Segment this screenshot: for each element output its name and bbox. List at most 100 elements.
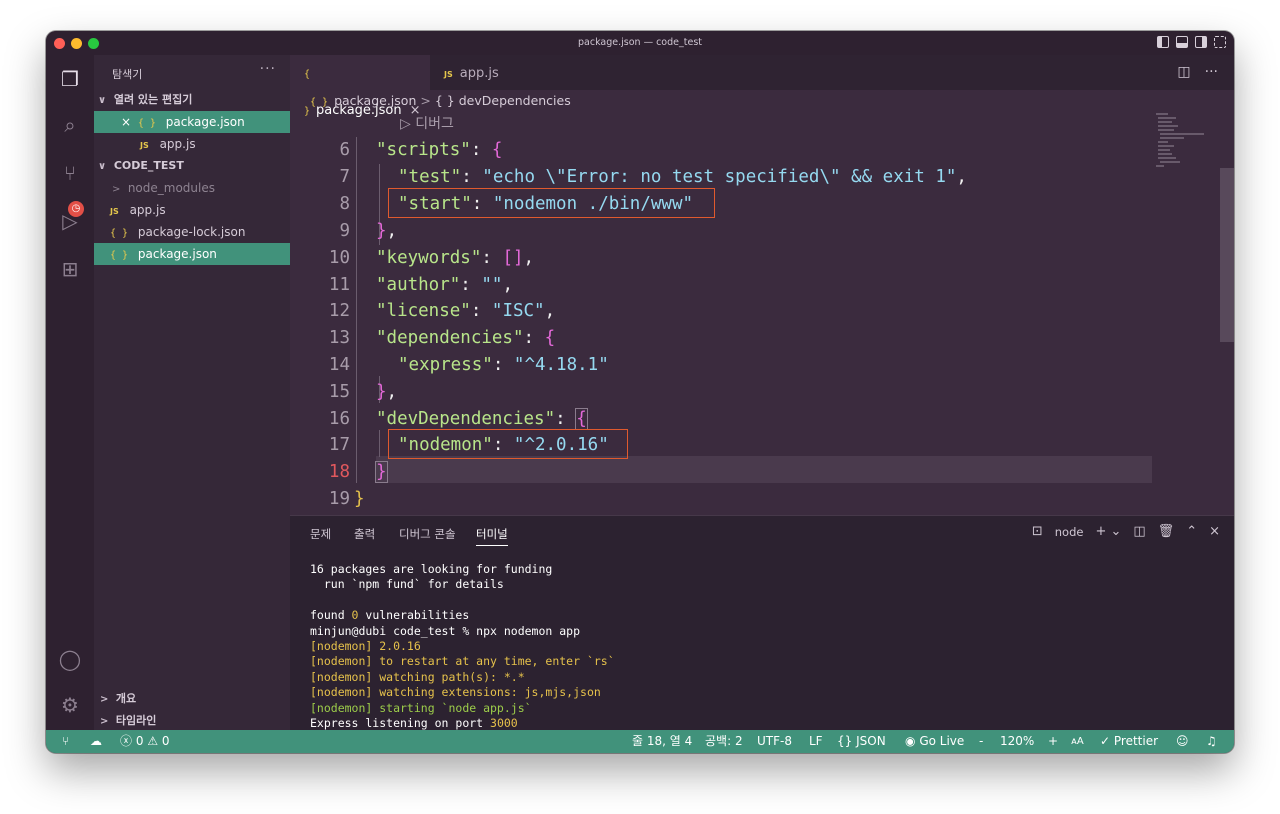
zoom-level[interactable]: 120% <box>1000 730 1034 753</box>
folder-node-modules[interactable]: > node_modules <box>94 177 290 199</box>
warning-count: 0 <box>161 734 170 748</box>
tab-terminal[interactable]: 터미널 <box>476 526 508 546</box>
customize-layout-icon[interactable] <box>1214 36 1226 48</box>
breadcrumb-section[interactable]: devDependencies <box>459 93 571 108</box>
line-number: 10 <box>328 248 350 268</box>
line-number: 6 <box>339 140 350 160</box>
line-number: 19 <box>328 489 350 509</box>
timeline-section[interactable]: > 타임라인 <box>94 710 290 732</box>
window-title: package.json — code_test <box>578 37 702 48</box>
code-line: 6 "scripts": { <box>290 137 1210 164</box>
explorer-icon[interactable]: ❐ <box>56 65 84 93</box>
problems-indicator[interactable]: ⓧ 0 ⚠ 0 <box>120 730 170 753</box>
terminal-name[interactable]: node <box>1055 525 1084 539</box>
code-line: 14 "express": "^4.18.1" <box>290 352 1210 379</box>
tab-app-js[interactable]: JS app.js <box>430 55 548 90</box>
project-section[interactable]: ∨ CODE_TEST <box>94 155 290 177</box>
terminal-output[interactable]: 16 packages are looking for funding run … <box>310 562 615 731</box>
toggle-panel-icon[interactable] <box>1176 36 1188 48</box>
terminal-line: [nodemon] watching path(s): *.* <box>310 669 525 684</box>
search-icon[interactable]: ⌕ <box>56 111 84 139</box>
tab-output[interactable]: 출력 <box>354 526 375 542</box>
open-editors-label: 열려 있는 편집기 <box>113 93 193 106</box>
source-control-icon[interactable]: ⑂ <box>56 159 84 187</box>
run-debug-icon[interactable]: ▷ <box>56 207 84 235</box>
file-package-json[interactable]: { } package.json <box>94 243 290 265</box>
debug-codelens[interactable]: ▷ 디버그 <box>400 113 454 133</box>
file-package-lock-json[interactable]: { } package-lock.json <box>94 221 290 243</box>
line-number: 14 <box>328 355 350 375</box>
code-editor[interactable]: ▷ 디버그 6 "scripts": { 7 "test": "echo \"Err… <box>290 111 1210 511</box>
line-content: "keywords": [], <box>376 248 535 268</box>
feedback-icon[interactable]: ☺ <box>1176 730 1189 753</box>
toggle-sidebar-icon[interactable] <box>1157 36 1169 48</box>
settings-gear-icon[interactable]: ⚙ <box>56 691 84 719</box>
line-number: 18 <box>328 462 350 482</box>
broadcast-icon: ◉ <box>905 734 916 748</box>
highlight-box-start-script <box>388 188 715 218</box>
tab-package-json[interactable]: { } package.json × <box>290 55 430 118</box>
cursor-position[interactable]: 줄 18, 열 4 <box>632 730 692 753</box>
new-terminal-icon[interactable]: + ⌄ <box>1095 524 1121 539</box>
trash-icon[interactable]: 🗑 <box>1158 524 1175 539</box>
breadcrumb: { } package.json >{ } devDependencies <box>310 91 571 111</box>
maximize-panel-icon[interactable]: ⌃ <box>1186 524 1197 539</box>
notifications-bell-icon[interactable]: ♫ <box>1206 730 1217 753</box>
editor-scrollbar[interactable] <box>1220 168 1234 342</box>
code-line: 15}, <box>290 379 1210 406</box>
terminal-line: [nodemon] watching extensions: js,mjs,js… <box>310 685 601 700</box>
branch-icon[interactable]: ⑂ <box>62 730 69 753</box>
code-line: 18} <box>290 459 1210 486</box>
close-icon[interactable]: × <box>118 111 134 133</box>
open-editor-item-package-json[interactable]: × { } package.json <box>94 111 290 133</box>
line-number: 12 <box>328 301 350 321</box>
js-file-icon: JS <box>140 141 149 150</box>
open-editor-item-app-js[interactable]: JS app.js <box>94 133 290 155</box>
split-terminal-icon[interactable]: ◫ <box>1133 524 1145 539</box>
bottom-panel: 문제 출력 디버그 콘솔 터미널 ⊡ node + ⌄ ◫ 🗑 ⌃ × 16 p… <box>290 515 1234 730</box>
prettier-button[interactable]: ✓ Prettier <box>1100 730 1158 753</box>
warning-icon: ⚠ <box>147 734 159 748</box>
project-label: CODE_TEST <box>113 159 184 172</box>
cloud-sync-icon[interactable]: ☁ <box>90 730 102 753</box>
extensions-icon[interactable]: ⊞ <box>56 255 84 283</box>
title-bar: package.json — code_test <box>46 31 1234 55</box>
go-live-button[interactable]: ◉ Go Live <box>905 730 964 753</box>
line-number: 11 <box>328 275 350 295</box>
language-mode[interactable]: {} JSON <box>837 730 886 753</box>
line-number: 17 <box>328 435 350 455</box>
line-content: "test": "echo \"Error: no test specified… <box>398 167 967 187</box>
more-actions-icon[interactable]: ··· <box>260 61 276 77</box>
open-editor-label: package.json <box>165 115 245 129</box>
json-file-icon: { } <box>137 118 156 129</box>
code-line: 19} <box>290 486 1210 513</box>
close-panel-icon[interactable]: × <box>1209 524 1220 539</box>
timeline-label: 타임라인 <box>115 714 157 727</box>
toggle-secondary-sidebar-icon[interactable] <box>1195 36 1207 48</box>
split-editor-icon[interactable]: ◫ <box>1177 55 1190 90</box>
json-file-icon: { } <box>110 228 129 239</box>
outline-section[interactable]: > 개요 <box>94 688 290 710</box>
end-of-line[interactable]: LF <box>809 730 823 753</box>
check-icon: ✓ <box>1100 734 1111 748</box>
file-app-js[interactable]: JS app.js <box>94 199 290 221</box>
more-actions-icon[interactable]: ··· <box>1205 55 1218 90</box>
font-size-button[interactable]: ᴀA <box>1071 730 1084 753</box>
account-icon[interactable]: ◯ <box>56 645 84 673</box>
terminal-line: found 0 vulnerabilities <box>310 608 470 623</box>
tab-debug-console[interactable]: 디버그 콘솔 <box>399 526 456 542</box>
zoom-out-button[interactable]: - <box>979 730 983 753</box>
line-content: }, <box>376 382 398 402</box>
tab-problems[interactable]: 문제 <box>310 526 331 542</box>
layout-controls <box>1157 36 1226 48</box>
chevron-right-icon: > <box>100 694 109 705</box>
breadcrumb-file[interactable]: package.json <box>334 93 416 108</box>
encoding[interactable]: UTF-8 <box>757 730 792 753</box>
line-number: 9 <box>339 221 350 241</box>
zoom-in-button[interactable]: + <box>1048 730 1058 753</box>
open-editors-section[interactable]: ∨ 열려 있는 편집기 <box>94 89 290 111</box>
line-content: } <box>375 461 388 483</box>
terminal-toolbar: ⊡ node + ⌄ ◫ 🗑 ⌃ × <box>1032 524 1220 539</box>
minimap[interactable] <box>1154 111 1216 171</box>
indentation[interactable]: 공백: 2 <box>705 730 743 753</box>
